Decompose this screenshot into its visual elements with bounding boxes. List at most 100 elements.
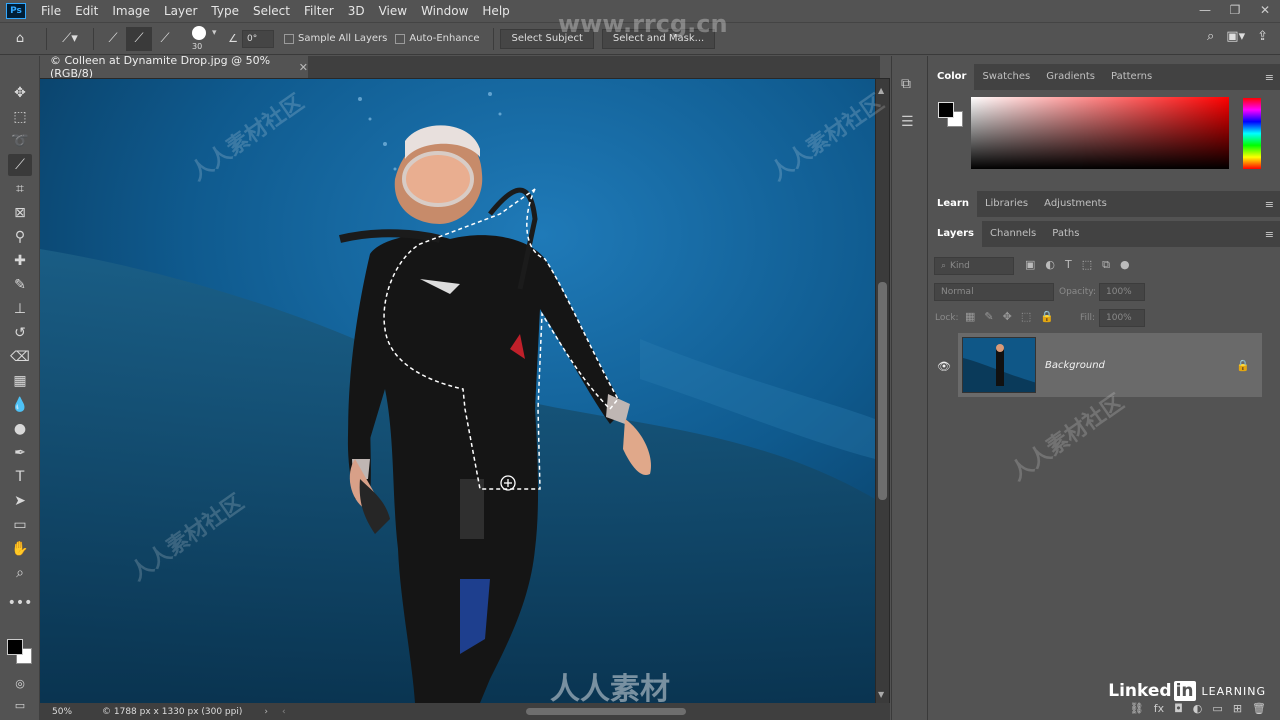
crop-tool-icon[interactable]: ⌗ [8, 178, 32, 200]
fill-input[interactable]: 100% [1099, 309, 1145, 327]
history-panel-icon[interactable]: ⧉ [901, 76, 911, 92]
gradient-tool-icon[interactable]: ▦ [8, 370, 32, 392]
screen-mode-icon[interactable]: ▭ [8, 694, 32, 716]
menu-layer[interactable]: Layer [157, 0, 204, 22]
share-icon[interactable]: ⇪ [1257, 29, 1268, 44]
filter-pixel-icon[interactable]: ▣ [1025, 258, 1035, 272]
lock-artboard-icon[interactable]: ⬚ [1021, 310, 1031, 323]
rectangle-tool-icon[interactable]: ▭ [8, 514, 32, 536]
lock-transparency-icon[interactable]: ▦ [965, 310, 975, 323]
dodge-tool-icon[interactable]: ● [8, 418, 32, 440]
tab-gradients[interactable]: Gradients [1038, 64, 1103, 90]
tab-learn[interactable]: Learn [929, 191, 977, 217]
quick-selection-tool-icon[interactable]: ⟋ [8, 154, 32, 176]
pen-tool-icon[interactable]: ✒ [8, 442, 32, 464]
opacity-input[interactable]: 100% [1099, 283, 1145, 301]
minimize-icon[interactable]: — [1190, 0, 1220, 22]
move-tool-icon[interactable]: ✥ [8, 82, 32, 104]
filter-adjustment-icon[interactable]: ◐ [1045, 258, 1055, 272]
new-group-icon[interactable]: ▭ [1212, 702, 1222, 715]
tab-color[interactable]: Color [929, 64, 975, 90]
color-panel-foreground-swatch[interactable] [938, 102, 954, 118]
panel-menu-icon[interactable]: ≡ [1265, 228, 1274, 241]
history-brush-tool-icon[interactable]: ↺ [8, 322, 32, 344]
type-tool-icon[interactable]: T [8, 466, 32, 488]
layer-name[interactable]: Background [1045, 360, 1105, 371]
sample-all-layers-checkbox[interactable] [284, 33, 294, 44]
eyedropper-tool-icon[interactable]: ⚲ [8, 226, 32, 248]
document-tab[interactable]: © Colleen at Dynamite Drop.jpg @ 50% (RG… [40, 54, 308, 80]
tab-paths[interactable]: Paths [1044, 221, 1087, 247]
hand-tool-icon[interactable]: ✋ [8, 538, 32, 560]
zoom-level[interactable]: 50% [52, 707, 98, 717]
new-layer-icon[interactable]: ⊞ [1233, 702, 1242, 715]
tab-swatches[interactable]: Swatches [974, 64, 1038, 90]
menu-edit[interactable]: Edit [68, 0, 105, 22]
menu-help[interactable]: Help [475, 0, 516, 22]
menu-view[interactable]: View [372, 0, 414, 22]
home-icon[interactable]: ⌂ [0, 27, 40, 51]
tab-libraries[interactable]: Libraries [977, 191, 1036, 217]
healing-brush-tool-icon[interactable]: ✚ [8, 250, 32, 272]
delete-layer-icon[interactable]: 🗑 [1252, 702, 1266, 715]
menu-window[interactable]: Window [414, 0, 475, 22]
auto-enhance-checkbox[interactable] [395, 33, 406, 44]
panel-menu-icon[interactable]: ≡ [1265, 71, 1274, 84]
brush-tool-icon[interactable]: ✎ [8, 274, 32, 296]
restore-icon[interactable]: ❐ [1220, 0, 1250, 22]
hue-slider[interactable] [1243, 98, 1261, 169]
tab-patterns[interactable]: Patterns [1103, 64, 1160, 90]
menu-file[interactable]: File [34, 0, 68, 22]
tab-channels[interactable]: Channels [982, 221, 1044, 247]
menu-select[interactable]: Select [246, 0, 297, 22]
new-selection-icon[interactable]: ⟋ [100, 27, 126, 51]
tab-adjustments[interactable]: Adjustments [1036, 191, 1115, 217]
horizontal-scrollbar-thumb[interactable] [525, 708, 686, 715]
scroll-left-icon[interactable]: ‹ [282, 707, 286, 717]
path-selection-tool-icon[interactable]: ➤ [8, 490, 32, 512]
adjustment-layer-icon[interactable]: ◐ [1193, 702, 1203, 715]
filter-type-icon[interactable]: T [1065, 258, 1072, 272]
lasso-tool-icon[interactable]: ➰ [8, 130, 32, 152]
document-canvas[interactable] [40, 79, 875, 703]
foreground-color-swatch[interactable] [7, 639, 23, 655]
select-and-mask-button[interactable]: Select and Mask... [601, 28, 716, 49]
scroll-up-icon[interactable]: ▲ [878, 86, 884, 95]
layer-filter-kind[interactable]: ⌕ Kind [934, 257, 1014, 275]
scroll-down-icon[interactable]: ▼ [878, 690, 884, 699]
visibility-eye-icon[interactable]: 👁 [937, 360, 951, 373]
panel-menu-icon[interactable]: ≡ [1265, 198, 1274, 211]
angle-input[interactable]: 0° [242, 29, 274, 48]
quick-selection-preset-icon[interactable]: ⟋▾ [53, 27, 87, 51]
menu-type[interactable]: Type [204, 0, 246, 22]
workspace-icon[interactable]: ▣▾ [1226, 29, 1245, 44]
filter-toggle-icon[interactable]: ● [1120, 258, 1130, 272]
search-icon[interactable]: ⌕ [1207, 29, 1214, 44]
lock-pixels-icon[interactable]: ✎ [984, 310, 993, 323]
blur-tool-icon[interactable]: 💧 [8, 394, 32, 416]
add-to-selection-icon[interactable]: ⟋ [126, 26, 152, 51]
lock-position-icon[interactable]: ✥ [1003, 310, 1012, 323]
properties-panel-icon[interactable]: ☰ [901, 114, 914, 130]
filter-smart-object-icon[interactable]: ⧉ [1102, 258, 1110, 272]
tab-layers[interactable]: Layers [929, 221, 982, 247]
menu-3d[interactable]: 3D [341, 0, 372, 22]
select-subject-button[interactable]: Select Subject [500, 28, 594, 49]
menu-image[interactable]: Image [105, 0, 157, 22]
more-tools-icon[interactable]: ••• [8, 592, 33, 614]
filter-shape-icon[interactable]: ⬚ [1082, 258, 1092, 272]
color-spectrum-picker[interactable] [971, 97, 1229, 169]
marquee-tool-icon[interactable]: ⬚ [8, 106, 32, 128]
layer-style-icon[interactable]: fx [1154, 702, 1164, 715]
zoom-tool-icon[interactable]: ⌕ [8, 562, 32, 584]
link-layers-icon[interactable]: ⛓ [1130, 702, 1144, 715]
add-mask-icon[interactable]: ◘ [1174, 702, 1183, 715]
subtract-from-selection-icon[interactable]: ⟋ [152, 27, 178, 51]
vertical-scrollbar-thumb[interactable] [878, 282, 887, 500]
frame-tool-icon[interactable]: ⊠ [8, 202, 32, 224]
close-tab-icon[interactable]: ✕ [299, 61, 308, 74]
layer-lock-icon[interactable]: 🔒 [1236, 359, 1250, 372]
close-icon[interactable]: ✕ [1250, 0, 1280, 22]
brush-size-picker[interactable]: 30 ▾ [184, 24, 224, 54]
menu-filter[interactable]: Filter [297, 0, 341, 22]
